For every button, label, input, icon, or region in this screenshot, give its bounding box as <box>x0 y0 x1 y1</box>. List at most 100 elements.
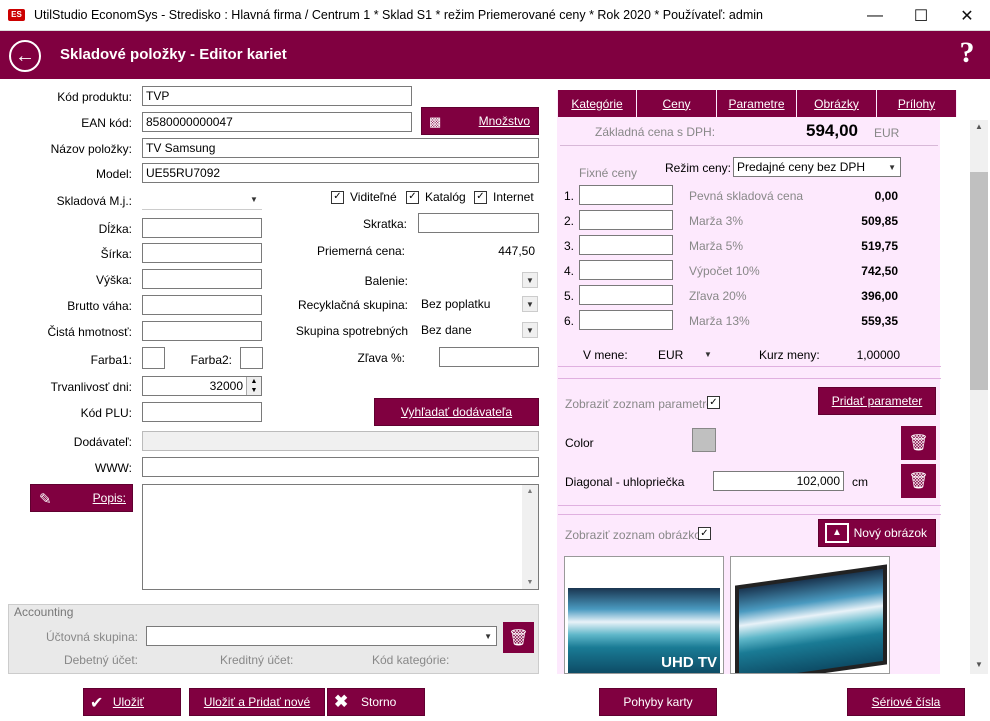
image-thumbnail-2[interactable] <box>730 556 890 674</box>
trvanlivost-label: Trvanlivosť dni: <box>50 380 132 394</box>
zobrazit-parametre-label: Zobraziť zoznam parametrov <box>565 397 719 411</box>
zobrazit-parametre-checkbox[interactable]: ✓ <box>707 396 720 409</box>
skladova-mj-select[interactable]: ▼ <box>142 190 262 210</box>
scroll-down-icon[interactable]: ▼ <box>970 660 988 669</box>
ean-input[interactable]: 8580000000047 <box>142 112 412 132</box>
www-input[interactable] <box>142 457 539 477</box>
sirka-input[interactable] <box>142 243 262 263</box>
internet-checkbox[interactable]: ✓ Internet <box>474 190 534 204</box>
close-window-button[interactable]: ✕ <box>944 0 990 31</box>
back-arrow-icon[interactable]: ← <box>9 40 41 72</box>
price-row-input[interactable] <box>579 310 673 330</box>
ulozit-pridat-button[interactable]: Uložiť a Pridať nové <box>189 688 325 716</box>
farba2-swatch[interactable] <box>240 347 263 369</box>
price-row-input[interactable] <box>579 235 673 255</box>
pridat-parameter-button[interactable]: Pridať parameter <box>818 387 936 415</box>
price-row-name: Marža 5% <box>689 239 744 253</box>
farba2-label: Farba2: <box>190 353 232 367</box>
dlzka-input[interactable] <box>142 218 262 238</box>
tab-prilohy[interactable]: Prílohy <box>877 90 957 117</box>
price-row-value: 519,75 <box>861 239 898 253</box>
checkmark-icon: ✔ <box>90 695 104 712</box>
zobrazit-obrazky-checkbox[interactable]: ✓ <box>698 527 711 540</box>
popis-button[interactable]: ✎ Popis: <box>30 484 133 512</box>
brutto-input[interactable] <box>142 295 262 315</box>
kod-plu-input[interactable] <box>142 402 262 422</box>
scroll-down-icon: ▼ <box>526 579 534 586</box>
ulozit-button[interactable]: ✔ Uložiť <box>83 688 181 716</box>
recyklacna-select[interactable]: Bez poplatku ▼ <box>418 294 539 314</box>
image-thumbnail-1[interactable]: UHD TV <box>564 556 724 674</box>
popis-textarea[interactable]: ▲ ▼ <box>142 484 539 590</box>
balenie-select[interactable]: ▼ <box>418 270 539 290</box>
rezim-select[interactable]: Predajné ceny bez DPH ▼ <box>733 157 901 177</box>
sirka-label: Šírka: <box>100 247 132 261</box>
maximize-button[interactable]: ☐ <box>898 0 944 31</box>
color-swatch[interactable] <box>692 428 716 452</box>
skladova-mj-label: Skladová M.j.: <box>56 194 132 208</box>
mena-value: EUR <box>658 348 684 362</box>
spotrebna-label: Skupina spotrebných <box>295 324 408 338</box>
rezim-label: Režim ceny: <box>665 161 732 175</box>
price-row-input[interactable] <box>579 260 673 280</box>
spotrebna-select[interactable]: Bez dane ▼ <box>418 320 539 340</box>
viditelne-checkbox[interactable]: ✓ Viditeľné <box>331 190 397 204</box>
scrollbar-thumb[interactable] <box>970 172 988 390</box>
tab-kategorie[interactable]: Kategórie <box>558 90 637 117</box>
window-title: UtilStudio EconomSys - Stredisko : Hlavn… <box>34 8 763 22</box>
uctovna-select[interactable]: ▼ <box>146 626 497 646</box>
cista-input[interactable] <box>142 321 262 341</box>
popis-label: Popis: <box>92 491 126 505</box>
katalog-checkbox[interactable]: ✓ Katalóg <box>406 190 466 204</box>
price-row-name: Zľava 20% <box>689 289 747 303</box>
trash-icon[interactable]: 🗑 <box>901 464 936 498</box>
trvanlivost-input[interactable]: 32000 <box>142 376 262 396</box>
www-label: WWW: <box>94 461 132 475</box>
recyklacna-value: Bez poplatku <box>421 297 491 311</box>
storno-button[interactable]: ✖ Storno <box>327 688 425 716</box>
diagonal-input[interactable]: 102,000 <box>713 471 844 491</box>
spinner-arrows-icon[interactable]: ▲ ▼ <box>246 377 261 395</box>
scroll-up-icon[interactable]: ▲ <box>970 122 988 131</box>
right-panel-scrollbar[interactable]: ▲ ▼ <box>970 120 988 674</box>
image-add-icon: ▲ <box>825 523 849 543</box>
tab-parametre[interactable]: Parametre <box>717 90 797 117</box>
price-row-value: 742,50 <box>861 264 898 278</box>
tab-ceny[interactable]: Ceny <box>637 90 717 117</box>
trash-icon[interactable]: 🗑 <box>901 426 936 460</box>
mnozstvo-button[interactable]: ▩ Množstvo <box>421 107 539 135</box>
textarea-scrollbar[interactable]: ▲ ▼ <box>522 485 538 589</box>
minimize-button[interactable]: — <box>852 0 898 31</box>
kod-produktu-label: Kód produktu: <box>57 90 132 104</box>
pencil-icon: ✎ <box>39 491 52 508</box>
uhd-tv-text: UHD TV <box>661 654 717 671</box>
kod-produktu-input[interactable]: TVP <box>142 86 412 106</box>
farba1-swatch[interactable] <box>142 347 165 369</box>
seriove-cisla-button[interactable]: Sériové čísla <box>847 688 965 716</box>
zlava-label: Zľava %: <box>357 351 405 365</box>
price-row-input[interactable] <box>579 185 673 205</box>
price-row-input[interactable] <box>579 210 673 230</box>
chevron-down-icon: ▼ <box>888 163 896 172</box>
ean-label: EAN kód: <box>81 116 132 130</box>
vyhladat-dodavatela-button[interactable]: Vyhľadať dodávateľa <box>374 398 539 426</box>
nazov-input[interactable]: TV Samsung <box>142 138 539 158</box>
pohyby-karty-button[interactable]: Pohyby karty <box>599 688 717 716</box>
price-row-input[interactable] <box>579 285 673 305</box>
price-row-name: Pevná skladová cena <box>689 189 804 203</box>
tab-obrazky[interactable]: Obrázky <box>797 90 877 117</box>
skratka-input[interactable] <box>418 213 539 233</box>
trash-icon[interactable]: 🗑 <box>503 622 534 653</box>
divider <box>560 145 938 146</box>
price-row-value: 559,35 <box>861 314 898 328</box>
vyska-input[interactable] <box>142 269 262 289</box>
price-row-number: 4. <box>564 264 575 278</box>
chevron-down-icon[interactable]: ▼ <box>704 350 712 359</box>
novy-obrazok-button[interactable]: ▲ Nový obrázok <box>818 519 936 547</box>
fixne-ceny-label: Fixné ceny <box>579 166 638 180</box>
chevron-down-icon: ▼ <box>484 632 492 641</box>
zlava-input[interactable] <box>439 347 539 367</box>
model-input[interactable]: UE55RU7092 <box>142 163 539 183</box>
storno-label: Storno <box>361 695 397 709</box>
help-icon[interactable]: ? <box>952 36 982 72</box>
